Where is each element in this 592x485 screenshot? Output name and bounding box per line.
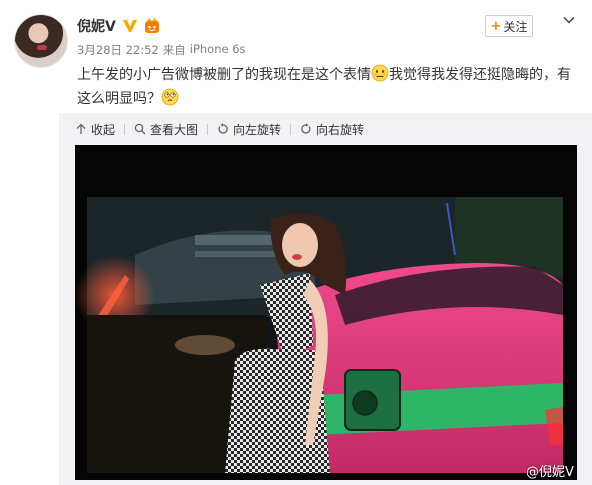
verified-v-icon — [122, 20, 137, 32]
source-device: iPhone 6s — [189, 42, 246, 56]
post-meta: 3月28日 22:52 来自 iPhone 6s — [77, 42, 246, 58]
toolbar-divider — [207, 123, 209, 135]
post-text-line1b: 我觉得我发得还挺隐晦的，有 — [389, 67, 571, 83]
follow-button[interactable]: + 关注 — [485, 15, 533, 37]
rotate-right-button[interactable]: 向右旋转 — [300, 121, 364, 138]
timestamp-link[interactable]: 3月28日 22:52 — [77, 42, 159, 58]
avatar[interactable] — [14, 14, 68, 68]
source-prefix: 来自 — [162, 43, 186, 57]
rotate-right-icon — [301, 123, 311, 134]
toolbar-divider — [124, 123, 126, 135]
rotate-left-label: 向左旋转 — [233, 122, 282, 137]
rotate-left-icon — [218, 123, 228, 134]
follow-label: 关注 — [503, 19, 528, 34]
author-row: 倪妮V — [77, 16, 160, 36]
follow-plus-icon: + — [490, 18, 502, 34]
author-name[interactable]: 倪妮V — [77, 16, 116, 36]
post-text: 上午发的小广告微博被删了的我现在是这个表情 我觉得我发得还挺隐晦的，有 这么明显… — [77, 63, 577, 111]
chevron-down-icon[interactable] — [562, 13, 576, 27]
post-photo[interactable]: @倪妮V — [75, 145, 577, 480]
rotate-left-button[interactable]: 向左旋转 — [217, 121, 281, 138]
toolbar-divider — [290, 123, 292, 135]
rotate-right-label: 向右旋转 — [316, 122, 365, 137]
collapse-label: 收起 — [91, 122, 116, 137]
view-large-button[interactable]: 查看大图 — [134, 121, 198, 138]
collapse-button[interactable]: 收起 — [75, 121, 115, 138]
awkward-emoji-icon — [371, 64, 389, 82]
photo-watermark: @倪妮V — [526, 465, 574, 480]
photo-scene — [75, 145, 577, 480]
collapse-arrow-icon — [76, 123, 86, 134]
member-icon[interactable] — [144, 18, 160, 34]
post-text-line2: 这么明显吗？ — [77, 91, 161, 107]
media-toolbar: 收起 查看大图 向左旋转 向右旋转 — [75, 119, 364, 139]
thinking-emoji-icon — [161, 88, 179, 106]
view-large-label: 查看大图 — [150, 122, 199, 137]
magnifier-icon — [134, 123, 146, 135]
post-text-line1: 上午发的小广告微博被删了的我现在是这个表情 — [77, 67, 371, 83]
